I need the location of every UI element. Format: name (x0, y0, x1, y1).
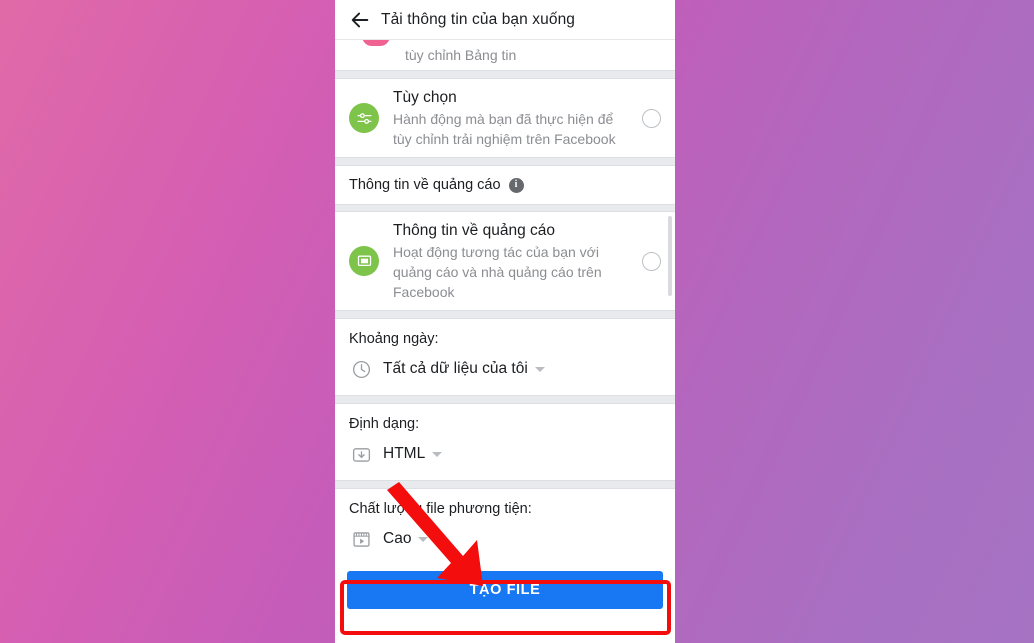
bottom-strip (335, 619, 675, 637)
cut-off-list-item[interactable]: tùy chỉnh Bảng tin (335, 40, 675, 70)
field-value[interactable]: HTML (383, 445, 425, 463)
list-item-description: Hành động mà bạn đã thực hiện để tùy chỉ… (393, 111, 616, 147)
sliders-icon (347, 101, 381, 135)
cut-off-item-description: tùy chỉnh Bảng tin (405, 47, 517, 63)
list-item-radio[interactable] (642, 251, 661, 271)
clock-icon (349, 357, 373, 381)
download-folder-icon (349, 442, 373, 466)
create-file-button[interactable]: TẠO FILE (347, 571, 663, 609)
media-player-icon (349, 527, 373, 551)
arrow-left-icon (351, 12, 369, 27)
list-item-title: Thông tin về quảng cáo (393, 222, 556, 239)
section-divider (335, 204, 675, 212)
section-divider (335, 310, 675, 319)
section-header-thong-tin-quang-cao: Thông tin về quảng cáo i (335, 166, 675, 204)
field-label: Định dạng: (349, 416, 420, 432)
section-divider (335, 157, 675, 166)
section-divider (335, 70, 675, 79)
chevron-down-icon[interactable] (418, 536, 429, 542)
phone-screen: Tải thông tin của bạn xuống tùy chỉnh Bả… (335, 0, 675, 643)
field-label: Chất lượng file phương tiện: (349, 501, 532, 517)
cta-container: TẠO FILE (335, 565, 675, 619)
field-label: Khoảng ngày: (349, 331, 439, 347)
section-header-label: Thông tin về quảng cáo (349, 177, 501, 193)
field-value[interactable]: Cao (383, 530, 411, 548)
section-divider (335, 395, 675, 404)
field-value[interactable]: Tất cả dữ liệu của tôi (383, 360, 528, 378)
page-title: Tải thông tin của bạn xuống (381, 10, 576, 28)
monitor-icon (347, 244, 381, 278)
field-chat-luong-file[interactable]: Chất lượng file phương tiện: Cao (335, 489, 675, 565)
scroll-container[interactable]: tùy chỉnh Bảng tin Tùy chọn Hành động mà… (335, 40, 675, 643)
vertical-scrollbar[interactable] (668, 216, 672, 296)
chevron-down-icon[interactable] (534, 366, 545, 372)
back-button[interactable] (345, 5, 375, 35)
info-icon[interactable]: i (508, 177, 524, 193)
app-bar: Tải thông tin của bạn xuống (335, 0, 675, 40)
list-item-radio[interactable] (642, 108, 661, 128)
pink-circle-icon (359, 40, 393, 70)
list-item-thong-tin-quang-cao[interactable]: Thông tin về quảng cáo Hoạt động tương t… (335, 212, 675, 310)
list-item-tuy-chon[interactable]: Tùy chọn Hành động mà bạn đã thực hiện đ… (335, 79, 675, 157)
list-item-title: Tùy chọn (393, 89, 457, 106)
chevron-down-icon[interactable] (432, 451, 443, 457)
field-dinh-dang[interactable]: Định dạng: HTML (335, 404, 675, 480)
field-khoang-ngay[interactable]: Khoảng ngày: Tất cả dữ liệu của tôi (335, 319, 675, 395)
list-item-description: Hoạt động tương tác của bạn với quảng cá… (393, 244, 602, 300)
section-divider (335, 480, 675, 489)
